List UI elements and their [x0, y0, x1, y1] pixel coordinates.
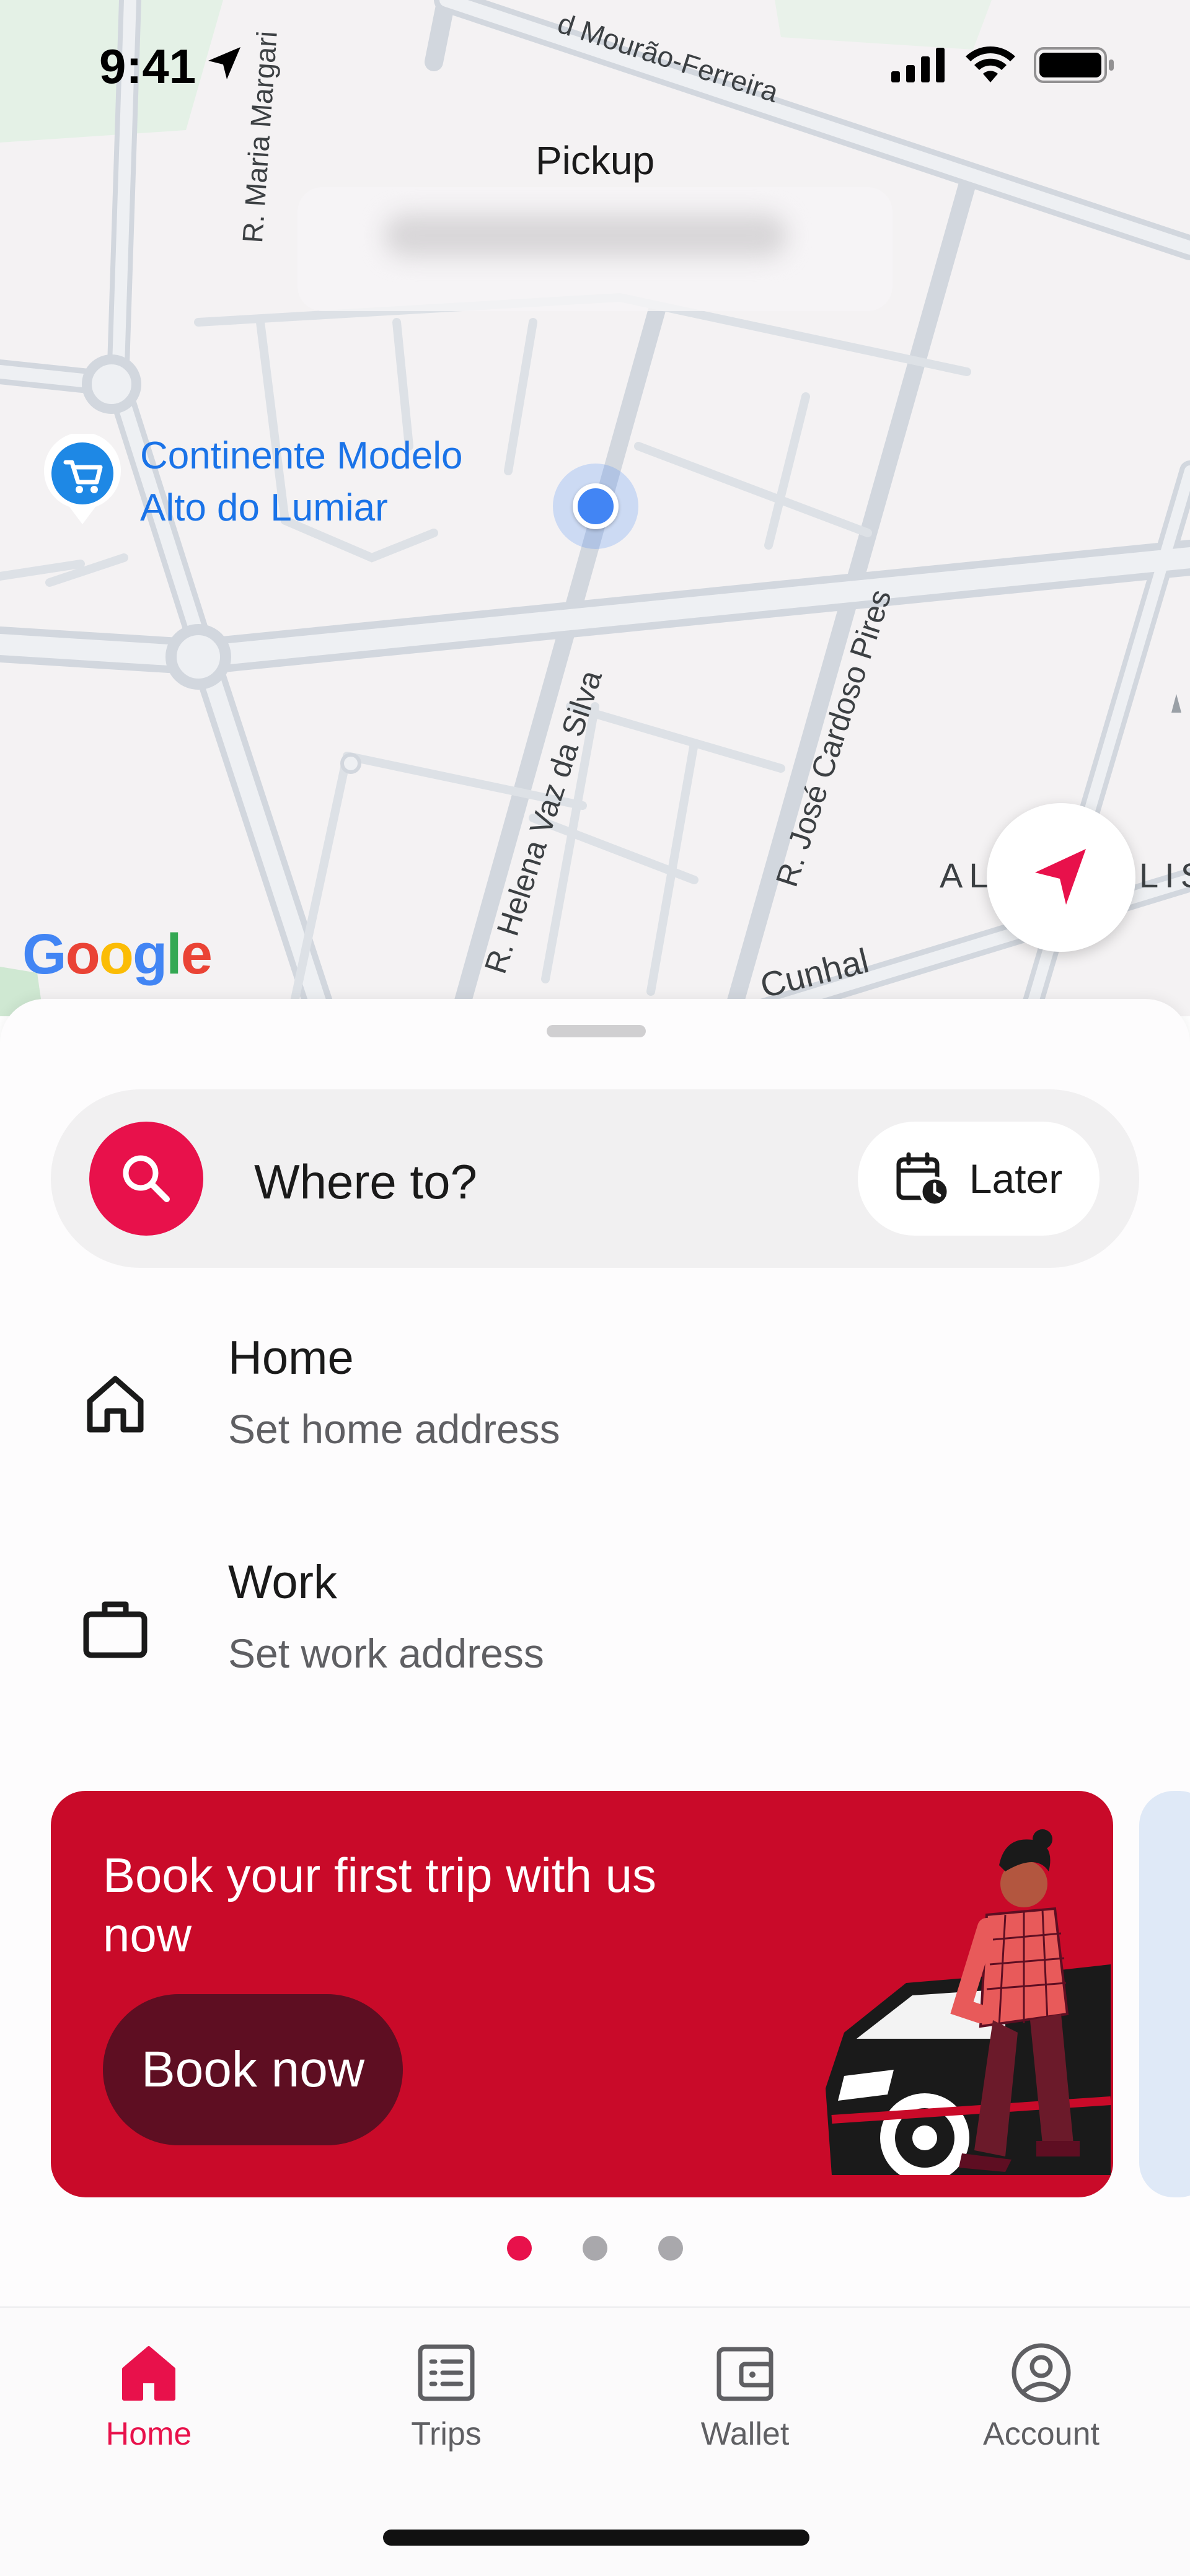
tab-trips[interactable]: Trips	[322, 2339, 570, 2475]
book-now-label: Book now	[141, 2041, 365, 2098]
shopping-cart-pin-icon[interactable]	[42, 432, 123, 530]
bottom-sheet[interactable]: Where to? Later Home Set home address Wo…	[0, 999, 1190, 2306]
promo-title: Book your first trip with us now	[103, 1848, 656, 1962]
home-outline-icon	[76, 1365, 155, 1444]
user-location-dot	[573, 483, 619, 529]
status-time: 9:41	[99, 39, 196, 94]
tab-label: Trips	[411, 2416, 482, 2452]
carousel-pagination	[0, 2236, 1190, 2261]
schedule-later-button[interactable]: Later	[858, 1122, 1100, 1236]
cellular-signal-icon	[891, 48, 945, 82]
recenter-location-button[interactable]	[987, 803, 1135, 952]
place-title: Work	[228, 1556, 337, 1609]
location-arrow-icon	[205, 43, 244, 86]
carousel-dot[interactable]	[658, 2236, 683, 2261]
search-icon	[123, 1155, 170, 1202]
home-indicator[interactable]	[383, 2530, 809, 2546]
briefcase-icon	[76, 1589, 155, 1668]
google-logo-letter: e	[180, 923, 213, 986]
place-subtitle: Set home address	[228, 1406, 560, 1452]
wallet-icon	[711, 2339, 779, 2407]
google-logo-letter: l	[166, 923, 182, 986]
list-icon	[412, 2339, 480, 2407]
tab-label: Account	[983, 2416, 1100, 2452]
place-subtitle: Set work address	[228, 1630, 544, 1676]
promo-card[interactable]: Book your first trip with us now Book no…	[51, 1791, 1113, 2197]
google-logo: Google	[22, 922, 213, 987]
wifi-icon	[966, 46, 1015, 82]
poi-label[interactable]: Continente Modelo Alto do Lumiar	[140, 430, 462, 534]
pickup-address-redacted	[384, 214, 787, 257]
search-button[interactable]	[89, 1122, 203, 1236]
account-icon	[1007, 2339, 1075, 2407]
where-to-search-bar[interactable]: Where to? Later	[51, 1089, 1139, 1268]
area-label: LIS	[1139, 856, 1190, 895]
tab-label: Home	[105, 2416, 192, 2452]
poi-name-line1: Continente Modelo	[140, 434, 463, 477]
saved-place-work[interactable]: Work Set work address	[0, 1533, 1190, 1731]
google-logo-letter: G	[22, 923, 67, 986]
later-label: Later	[969, 1156, 1063, 1202]
navigation-arrow-icon	[1035, 849, 1086, 905]
google-logo-letter: o	[65, 923, 100, 986]
map-view[interactable]: R. Maria Margari d Mourão-Ferreira R. He…	[0, 0, 1190, 1016]
place-title: Home	[228, 1332, 354, 1384]
bottom-tab-bar: Home Trips Wallet Account	[0, 2306, 1190, 2576]
tab-account[interactable]: Account	[917, 2339, 1165, 2475]
pickup-title: Pickup	[535, 138, 655, 183]
google-logo-letter: o	[99, 923, 134, 986]
calendar-clock-icon	[896, 1152, 950, 1207]
status-bar: 9:41	[0, 0, 1190, 136]
saved-place-home[interactable]: Home Set home address	[0, 1309, 1190, 1507]
person-with-car-illustration	[826, 1829, 1111, 2175]
next-promo-card-peek[interactable]	[1139, 1791, 1190, 2197]
battery-icon	[1034, 47, 1114, 83]
tab-home[interactable]: Home	[25, 2339, 273, 2475]
tab-label: Wallet	[700, 2416, 790, 2452]
poi-name-line2: Alto do Lumiar	[140, 486, 388, 529]
sheet-grabber[interactable]	[547, 1025, 646, 1037]
where-to-placeholder[interactable]: Where to?	[254, 1154, 477, 1210]
tab-wallet[interactable]: Wallet	[621, 2339, 869, 2475]
book-now-button[interactable]: Book now	[103, 1994, 403, 2145]
carousel-dot[interactable]	[583, 2236, 607, 2261]
google-logo-letter: g	[132, 923, 167, 986]
home-filled-icon	[115, 2339, 183, 2407]
carousel-dot-active[interactable]	[507, 2236, 532, 2261]
